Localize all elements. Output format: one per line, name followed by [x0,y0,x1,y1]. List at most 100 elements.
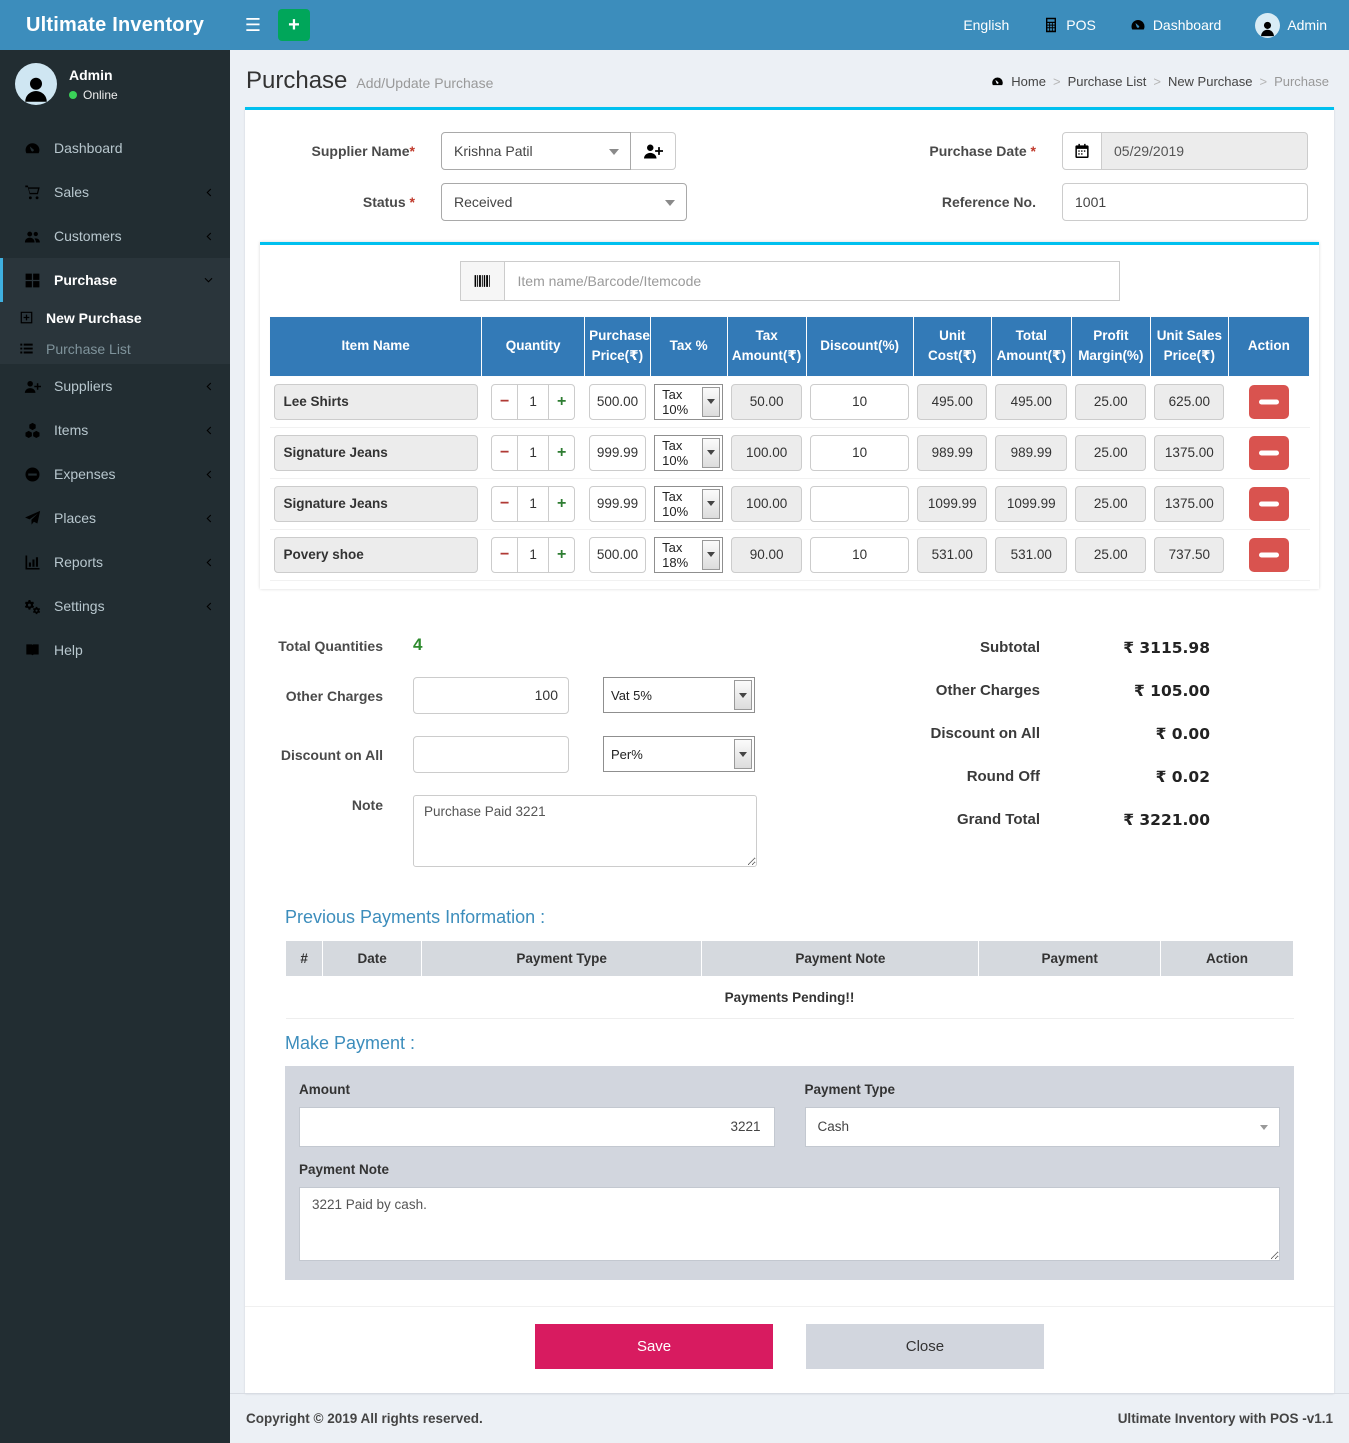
calculator-icon [1043,17,1059,33]
select-arrow-icon [734,739,752,769]
remove-item-button[interactable] [1249,385,1289,419]
sidebar-toggle-button[interactable]: ☰ [230,0,276,50]
tax-select[interactable]: Tax 10% [654,435,723,471]
breadcrumb-home[interactable]: Home [1011,74,1046,89]
supplier-select[interactable]: Krishna Patil [441,132,631,170]
calendar-button[interactable] [1062,132,1102,170]
other-charges-total-label: Other Charges [936,682,1040,699]
breadcrumb-new-purchase[interactable]: New Purchase [1168,74,1253,89]
quantity-decrease-button[interactable]: − [491,435,518,471]
table-row: Povery shoe − + Tax 18% 90.00 531.00 531… [270,529,1310,580]
subtotal-label: Subtotal [980,639,1040,656]
sidebar-user-name: Admin [69,67,118,83]
sidebar-item-reports[interactable]: Reports [0,540,230,584]
purchase-box: Supplier Name* Krishna Patil Purchase Da… [245,107,1334,1393]
payment-amount-input[interactable] [299,1107,775,1147]
sidebar-item-settings[interactable]: Settings [0,584,230,628]
remove-item-button[interactable] [1249,487,1289,521]
tax-select[interactable]: Tax 18% [654,537,723,573]
sidebar-item-items[interactable]: Items [0,408,230,452]
other-charges-tax-select[interactable]: Vat 5% [603,677,755,713]
user-menu[interactable]: Admin [1255,13,1327,38]
quantity-increase-button[interactable]: + [548,537,575,573]
quantity-decrease-button[interactable]: − [491,486,518,522]
dashboard-link[interactable]: Dashboard [1130,17,1222,33]
sidebar-item-help[interactable]: Help [0,628,230,672]
make-payment-title: Make Payment : [285,1033,1294,1054]
unit-sales-price-field: 625.00 [1154,384,1224,420]
quantity-decrease-button[interactable]: − [491,537,518,573]
sidebar-user-panel: Admin Online [0,50,230,120]
language-label: English [963,17,1009,33]
purchase-price-input[interactable] [589,384,647,420]
quantity-input[interactable] [518,435,548,471]
quantity-decrease-button[interactable]: − [491,384,518,420]
discount-input[interactable] [810,435,909,471]
purchase-price-input[interactable] [589,486,647,522]
sidebar-item-suppliers[interactable]: Suppliers [0,364,230,408]
quantity-input[interactable] [518,486,548,522]
app-logo[interactable]: Ultimate Inventory [0,0,230,50]
save-button[interactable]: Save [535,1324,773,1369]
items-table-header: Item Name Quantity Purchase Price(₹) Tax… [270,317,1310,377]
add-supplier-button[interactable] [631,132,676,170]
tax-select[interactable]: Tax 10% [654,486,723,522]
sidebar-item-places[interactable]: Places [0,496,230,540]
sidebar-item-purchase[interactable]: Purchase [0,258,230,302]
language-menu[interactable]: English [963,17,1009,33]
breadcrumb-purchase-list[interactable]: Purchase List [1068,74,1147,89]
remove-item-button[interactable] [1249,436,1289,470]
quantity-increase-button[interactable]: + [548,435,575,471]
payment-type-select[interactable]: Cash [805,1107,1281,1147]
note-textarea[interactable]: Purchase Paid 3221 [413,795,757,867]
sidebar-item-expenses[interactable]: Expenses [0,452,230,496]
previous-payments-title: Previous Payments Information : [285,907,1294,928]
sidebar-item-dashboard[interactable]: Dashboard [0,126,230,170]
sidebar-item-new-purchase[interactable]: New Purchase [0,302,230,333]
previous-payments-table: # Date Payment Type Payment Note Payment… [285,940,1294,1019]
quantity-stepper: − + [486,435,581,471]
chevron-left-icon [203,187,214,198]
select-arrow-icon [702,438,720,468]
status-select[interactable]: Received [441,183,687,221]
tax-select[interactable]: Tax 10% [654,384,723,420]
pos-link[interactable]: POS [1043,17,1096,33]
sidebar-item-customers[interactable]: Customers [0,214,230,258]
quick-add-button[interactable]: + [278,9,310,41]
avatar [15,63,57,105]
minus-circle-icon [24,466,41,483]
purchase-date-label: Purchase Date * [736,143,1036,159]
grand-total-label: Grand Total [957,811,1040,828]
discount-on-all-input[interactable] [413,736,569,773]
payment-type-label: Payment Type [805,1082,1281,1097]
close-button[interactable]: Close [806,1324,1044,1369]
unit-cost-field: 1099.99 [917,486,987,522]
quantity-increase-button[interactable]: + [548,486,575,522]
remove-item-button[interactable] [1249,538,1289,572]
purchase-date-input[interactable] [1102,132,1308,170]
sidebar-item-purchase-list[interactable]: Purchase List [0,333,230,364]
reference-no-input[interactable] [1062,183,1308,221]
purchase-price-input[interactable] [589,435,647,471]
quantity-input[interactable] [518,537,548,573]
users-icon [24,228,41,245]
total-quantities-value: 4 [413,635,422,655]
other-charges-input[interactable] [413,677,569,714]
item-search-input[interactable] [504,261,1120,301]
purchase-price-input[interactable] [589,537,647,573]
barcode-icon [460,261,504,301]
discount-input[interactable] [810,486,909,522]
discount-input[interactable] [810,537,909,573]
avatar [1255,13,1280,38]
item-name-field: Signature Jeans [274,486,478,522]
quantity-input[interactable] [518,384,548,420]
copyright-text: Copyright © 2019 All rights reserved. [246,1411,483,1426]
quantity-increase-button[interactable]: + [548,384,575,420]
chevron-down-icon [203,275,214,286]
sidebar-item-sales[interactable]: Sales [0,170,230,214]
discount-input[interactable] [810,384,909,420]
discount-type-select[interactable]: Per% [603,736,755,772]
page-subtitle: Add/Update Purchase [356,75,493,91]
item-name-field: Lee Shirts [274,384,478,420]
payment-note-textarea[interactable]: 3221 Paid by cash. [299,1187,1280,1261]
